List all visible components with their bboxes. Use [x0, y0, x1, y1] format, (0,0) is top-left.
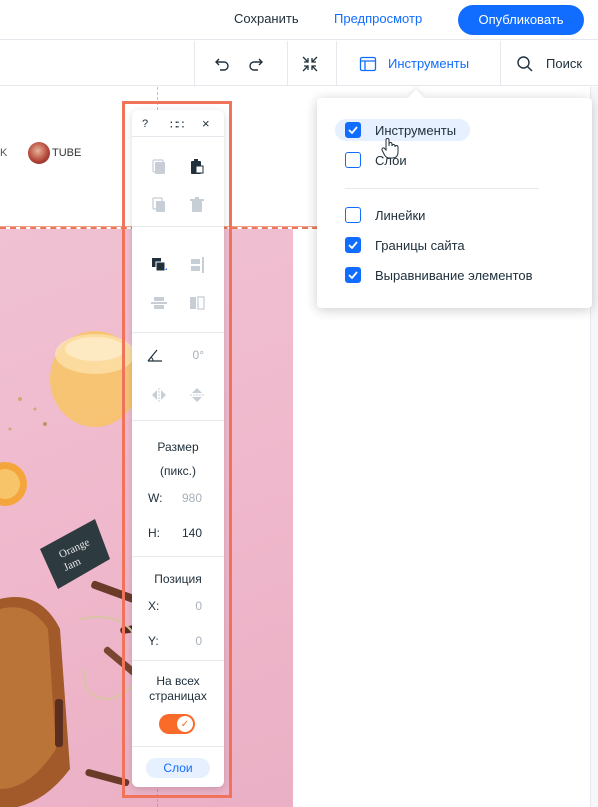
panel-divider [132, 746, 224, 747]
avatar [28, 142, 50, 164]
header-partial-text: K [0, 147, 8, 159]
paste-icon[interactable] [188, 158, 206, 176]
menu-item-label: Линейки [375, 207, 426, 223]
rotate-angle-icon[interactable] [146, 346, 164, 364]
size-title: Размер [157, 440, 199, 454]
editor-toolbar: Инструменты Поиск [0, 41, 598, 86]
flip-horizontal-icon[interactable] [150, 386, 168, 404]
check-icon: ✓ [177, 716, 193, 732]
menu-item-snap-elements[interactable]: Выравнивание элементов [345, 264, 533, 286]
menu-item-rulers[interactable]: Линейки [345, 204, 425, 226]
position-title: Позиция [154, 572, 202, 586]
menu-item-label: Инструменты [375, 122, 457, 138]
tools-dropdown-menu: Инструменты Слои Линейки Границы сайта В… [317, 89, 592, 308]
menu-item-tools[interactable]: Инструменты [335, 119, 471, 141]
save-button[interactable]: Сохранить [234, 11, 299, 26]
zoom-out-icon[interactable] [299, 53, 321, 75]
toolbar-divider [336, 41, 337, 86]
close-button[interactable]: × [202, 116, 210, 131]
width-input[interactable]: 980 [162, 491, 202, 505]
delete-icon[interactable] [188, 196, 206, 214]
youtube-link-text[interactable]: TUBE [52, 147, 81, 159]
distribute-icon[interactable] [150, 294, 168, 312]
duplicate-icon[interactable] [150, 196, 168, 214]
toolbar-divider [194, 41, 195, 86]
align-icon[interactable] [188, 256, 206, 274]
floating-tools-panel: ? ∷∷ × 0° Размер (пикс.) W: 980 H: 140 П… [132, 110, 224, 787]
height-input[interactable]: 140 [162, 526, 202, 540]
search-icon[interactable] [514, 53, 536, 75]
checkbox-checked-icon[interactable] [345, 267, 361, 283]
checkbox-unchecked-icon[interactable] [345, 152, 361, 168]
toolbar-divider [287, 41, 288, 86]
panel-divider [132, 226, 224, 227]
redo-icon[interactable] [245, 53, 267, 75]
menu-divider [345, 188, 539, 189]
tools-icon[interactable] [357, 53, 379, 75]
rotation-value[interactable]: 0° [164, 348, 204, 362]
menu-item-label: Границы сайта [375, 237, 465, 253]
x-label: X: [148, 599, 160, 613]
size-unit: (пикс.) [160, 464, 196, 478]
flip-vertical-icon[interactable] [188, 386, 206, 404]
panel-divider [132, 556, 224, 557]
panel-divider [132, 420, 224, 421]
top-bar: Сохранить Предпросмотр Опубликовать [0, 0, 598, 40]
copy-icon[interactable] [150, 158, 168, 176]
checkbox-unchecked-icon[interactable] [345, 207, 361, 223]
help-button[interactable]: ? [142, 118, 148, 130]
tools-menu-button[interactable]: Инструменты [388, 56, 469, 71]
panel-divider [132, 332, 224, 333]
panel-divider [132, 136, 224, 137]
drag-handle-icon[interactable]: ∷∷ [170, 118, 184, 132]
x-input[interactable]: 0 [162, 599, 202, 613]
width-label: W: [148, 491, 163, 505]
height-label: H: [148, 526, 160, 540]
checkbox-checked-icon[interactable] [345, 122, 361, 138]
match-size-icon[interactable] [188, 294, 206, 312]
hand-cursor-icon [381, 137, 399, 159]
y-label: Y: [148, 634, 159, 648]
menu-item-label: Выравнивание элементов [375, 267, 533, 283]
checkbox-checked-icon[interactable] [345, 237, 361, 253]
all-pages-toggle[interactable]: ✓ [159, 714, 195, 734]
panel-divider [132, 660, 224, 661]
arrange-icon[interactable] [150, 256, 168, 274]
toolbar-divider [500, 41, 501, 86]
search-button[interactable]: Поиск [546, 56, 582, 71]
all-pages-label: На всех страницах [149, 674, 207, 703]
y-input[interactable]: 0 [162, 634, 202, 648]
publish-button[interactable]: Опубликовать [458, 5, 584, 35]
undo-icon[interactable] [211, 53, 233, 75]
preview-button[interactable]: Предпросмотр [334, 11, 422, 26]
layers-button[interactable]: Слои [146, 758, 210, 778]
menu-item-site-borders[interactable]: Границы сайта [345, 234, 465, 256]
